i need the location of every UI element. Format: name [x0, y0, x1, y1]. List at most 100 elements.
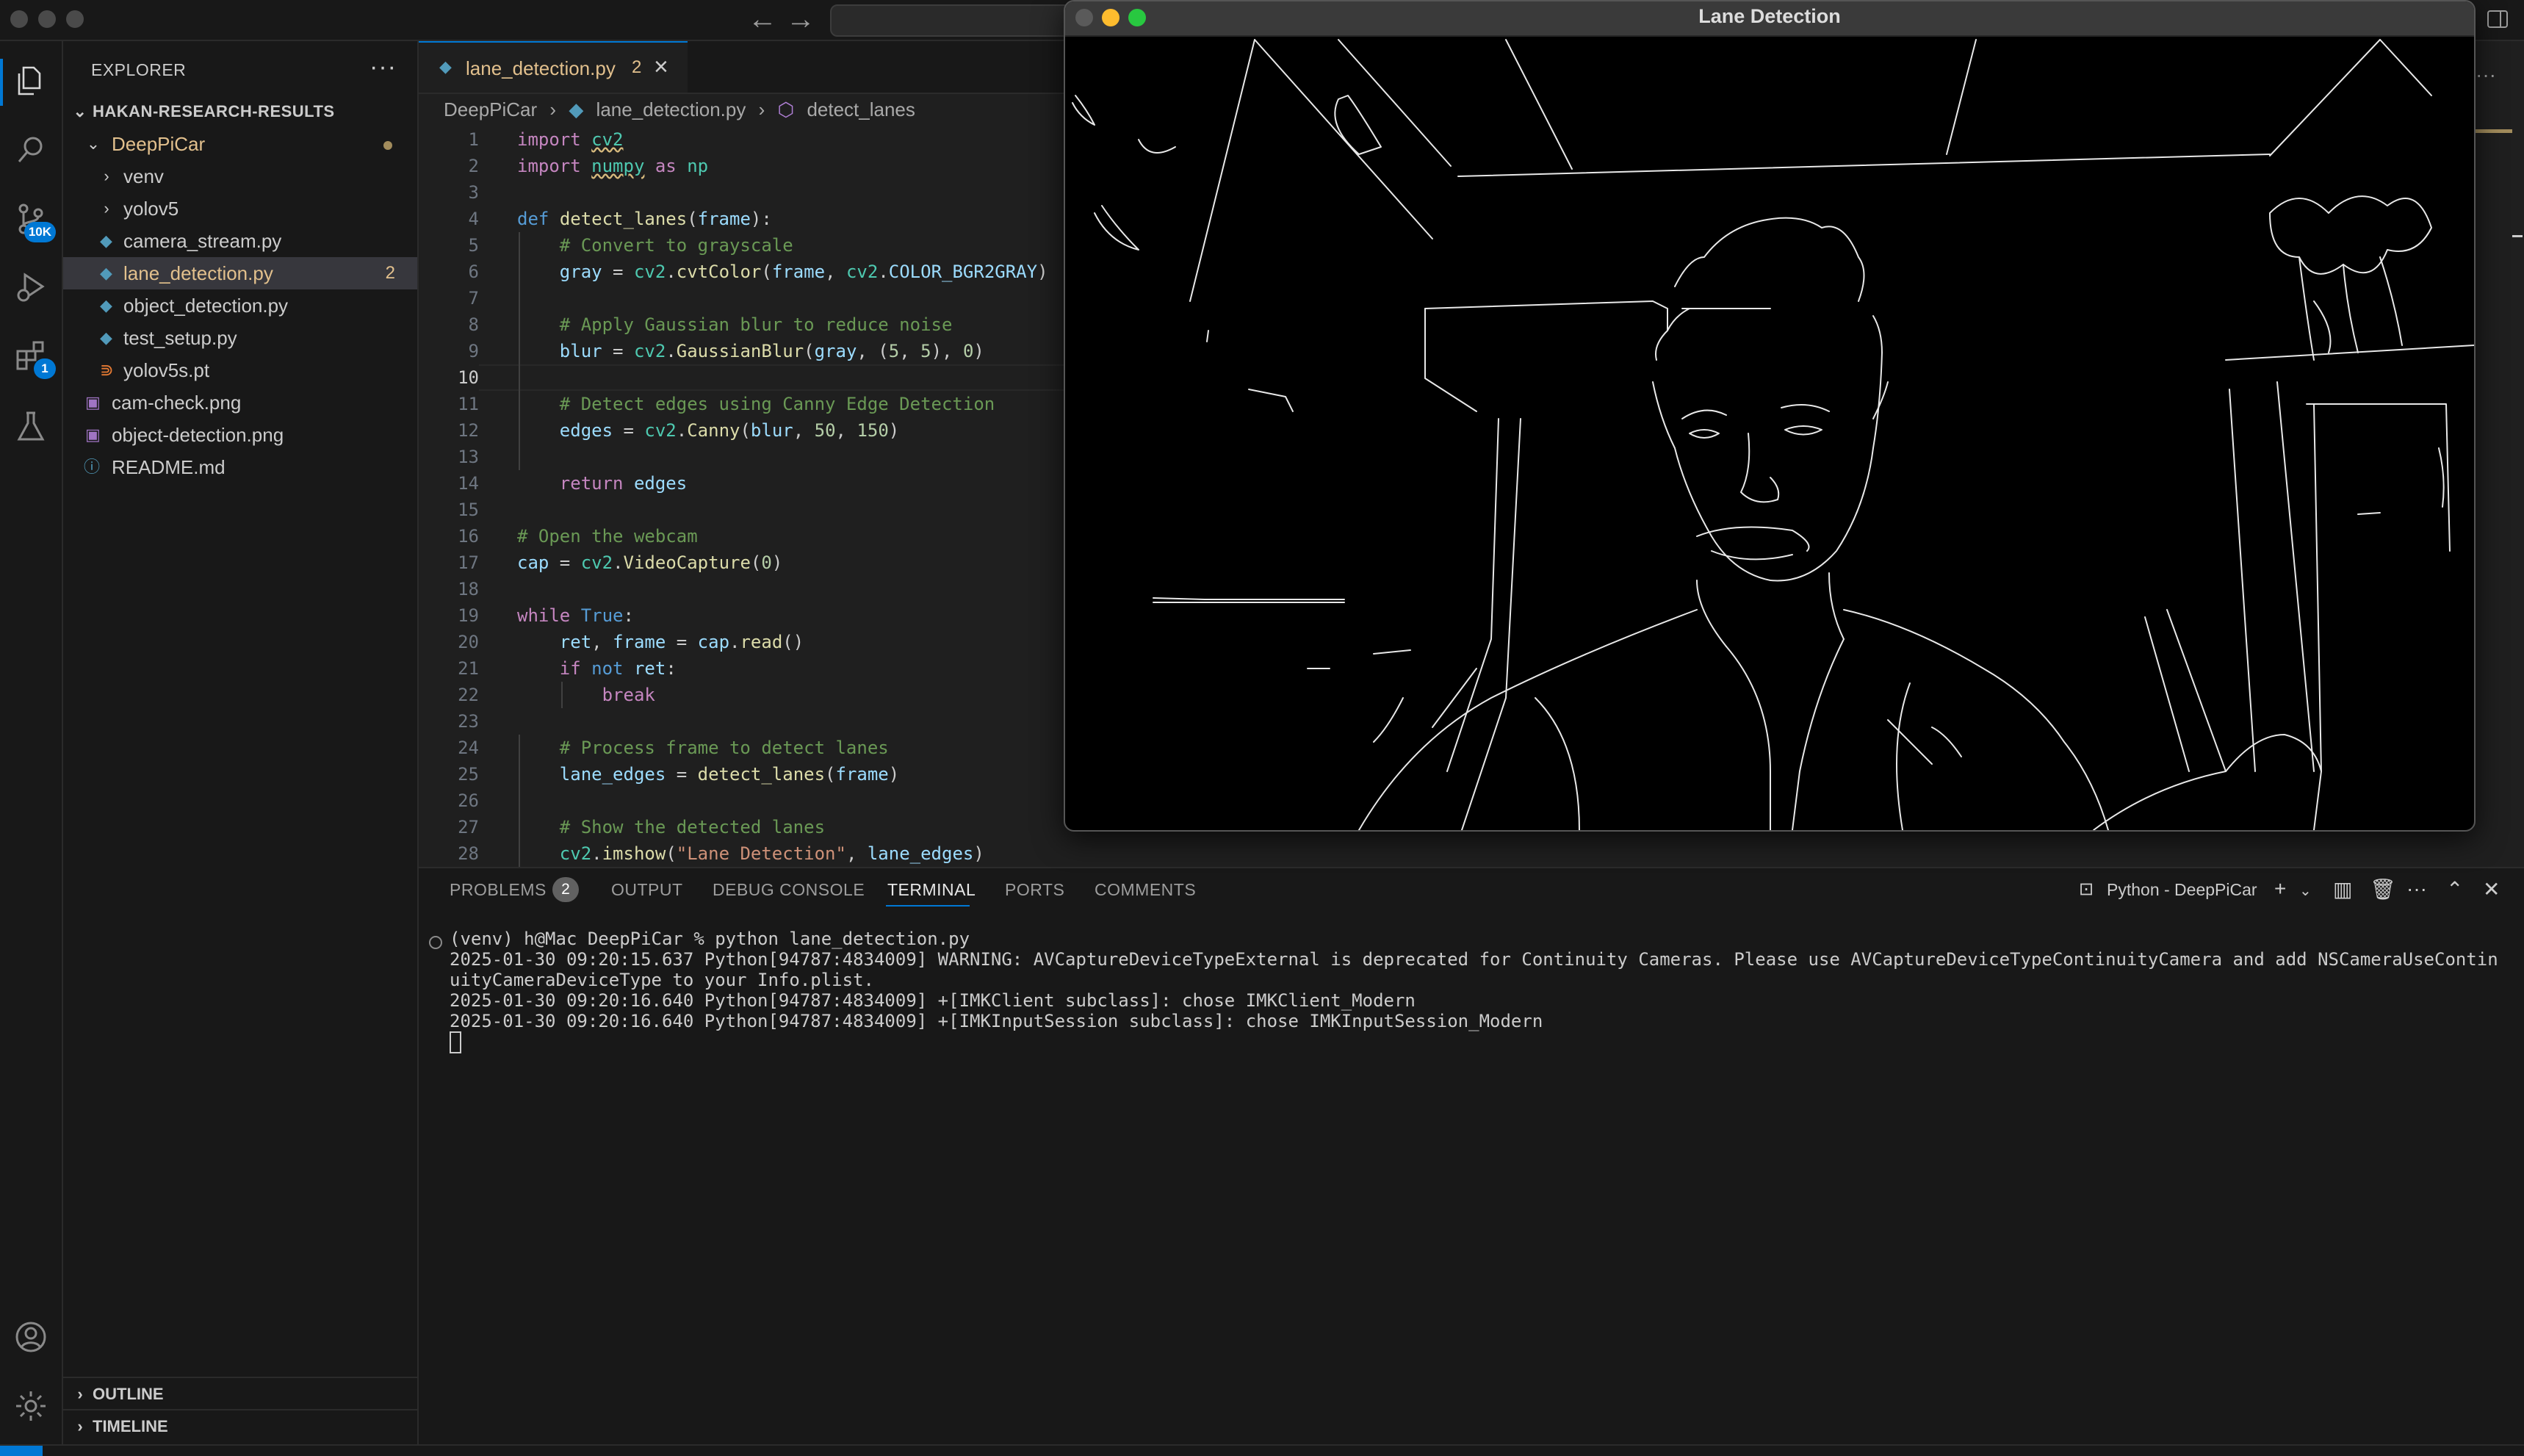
breadcrumb-item[interactable]: DeepPiCar [444, 98, 537, 120]
more-actions-icon[interactable]: ··· [369, 53, 397, 82]
terminal-profile[interactable]: Python - DeepPiCar [2107, 880, 2257, 900]
code-line: 8 # Apply Gaussian blur to reduce noise [419, 311, 1065, 338]
maximize-panel-icon[interactable]: ⌃ [2446, 877, 2463, 901]
chevron-right-icon: › [77, 1417, 83, 1435]
outline-section[interactable]: › OUTLINE [63, 1377, 417, 1410]
source-control-icon[interactable]: 10K [10, 198, 56, 242]
code-text: while True: [517, 605, 634, 626]
tree-item-label: test_setup.py [123, 327, 237, 349]
tree-item-yolov5s-pt[interactable]: ⋑ yolov5s.pt [63, 354, 417, 386]
line-number: 24 [458, 738, 479, 758]
cv-window-titlebar[interactable]: Lane Detection [1065, 1, 2474, 37]
minimize-window-button[interactable] [1102, 9, 1119, 26]
tab-lane-detection[interactable]: ◆ lane_detection.py 2 × [419, 41, 688, 93]
tab-label: lane_detection.py [466, 57, 616, 79]
tree-item-label: cam-check.png [112, 392, 242, 414]
code-line: 22 break [419, 682, 1065, 708]
tab-ports[interactable]: PORTS [1005, 880, 1064, 900]
tree-item-yolov5[interactable]: › yolov5 [63, 192, 417, 225]
code-line: 26 [419, 788, 1065, 814]
timeline-section[interactable]: › TIMELINE [63, 1409, 417, 1443]
workspace-root[interactable]: ⌄ HAKAN-RESEARCH-RESULTS [63, 95, 417, 128]
accounts-icon[interactable] [10, 1316, 51, 1358]
code-line: 7 [419, 285, 1065, 311]
chevron-right-icon: › [549, 98, 557, 120]
code-text: break [602, 685, 655, 705]
problems-count-badge: 2 [385, 263, 395, 283]
split-terminal-icon[interactable]: ▥ [2333, 877, 2352, 901]
run-debug-icon[interactable] [10, 266, 51, 307]
tab-terminal[interactable]: TERMINAL [887, 880, 976, 900]
close-icon[interactable]: × [654, 53, 668, 82]
code-line: 19 while True: [419, 602, 1065, 629]
code-line: 2 import numpy as np [419, 153, 1065, 179]
tree-item-test-setup[interactable]: ◆ test_setup.py [63, 322, 417, 354]
line-number: 25 [458, 764, 479, 785]
trash-icon[interactable]: 🗑 [2370, 877, 2396, 901]
minimize-window-button[interactable] [38, 10, 56, 28]
tree-item-venv[interactable]: › venv [63, 160, 417, 192]
code-editor[interactable]: 1 import cv2 2 import numpy as np 3 4 def d… [419, 126, 1065, 867]
code-line: 6 gray = cv2.cvtColor(frame, cv2.COLOR_B… [419, 259, 1065, 285]
more-actions-icon[interactable]: ··· [2406, 877, 2427, 901]
scrollbar-marker [2476, 129, 2512, 133]
close-window-button[interactable] [1075, 9, 1093, 26]
zoom-window-button[interactable] [66, 10, 84, 28]
tree-item-label: object_detection.py [123, 295, 289, 317]
tab-comments[interactable]: COMMENTS [1095, 880, 1196, 900]
code-text: if not ret: [559, 658, 677, 679]
tree-item-readme[interactable]: ⓘ README.md [63, 451, 417, 483]
command-center-search[interactable] [830, 4, 1083, 37]
tree-item-camera-stream[interactable]: ◆ camera_stream.py [63, 225, 417, 257]
line-number: 4 [468, 209, 479, 229]
tab-output[interactable]: OUTPUT [611, 880, 683, 900]
explorer-icon[interactable] [10, 60, 51, 101]
settings-gear-icon[interactable] [10, 1385, 51, 1427]
line-number: 8 [468, 314, 479, 335]
zoom-window-button[interactable] [1128, 9, 1146, 26]
tree-item-deeppicar[interactable]: ⌄ DeepPiCar [63, 128, 417, 160]
back-arrow-icon[interactable]: ← [748, 3, 777, 35]
tree-item-lane-detection[interactable]: ◆ lane_detection.py 2 [63, 257, 417, 289]
breadcrumb-item[interactable]: detect_lanes [807, 98, 915, 120]
code-line: 10 [419, 364, 1065, 391]
extensions-icon[interactable]: 1 [10, 335, 56, 379]
code-text: cv2.imshow("Lane Detection", lane_edges) [559, 843, 984, 864]
info-icon: ⓘ [84, 458, 101, 476]
tab-debug-console[interactable]: DEBUG CONSOLE [713, 880, 865, 900]
line-number: 5 [468, 235, 479, 256]
breadcrumb: DeepPiCar › ◆ lane_detection.py › ⬡ dete… [444, 98, 923, 128]
code-line: 3 [419, 179, 1065, 206]
tree-item-label: DeepPiCar [112, 133, 206, 155]
code-text: # Process frame to detect lanes [559, 738, 889, 758]
lane-detection-window[interactable]: Lane Detection [1064, 0, 2476, 832]
line-number: 15 [458, 500, 479, 520]
tab-problems[interactable]: PROBLEMS [450, 880, 547, 900]
code-text: ret, frame = cap.read() [559, 632, 804, 652]
toggle-layout-icon[interactable] [2486, 7, 2509, 37]
tree-item-object-detection-png[interactable]: ▣ object-detection.png [63, 419, 417, 451]
code-text: blur = cv2.GaussianBlur(gray, (5, 5), 0) [559, 341, 984, 361]
close-panel-icon[interactable]: ✕ [2483, 877, 2500, 901]
line-number: 11 [458, 394, 479, 414]
line-number: 19 [458, 605, 479, 626]
code-line: 15 [419, 497, 1065, 523]
testing-flask-icon[interactable] [10, 406, 51, 447]
terminal-output[interactable]: (venv) h@Mac DeepPiCar % python lane_det… [450, 929, 2506, 1053]
code-line: 5 # Convert to grayscale [419, 232, 1065, 259]
chevron-down-icon[interactable]: ⌄ [2299, 882, 2312, 900]
forward-arrow-icon[interactable]: → [786, 3, 815, 35]
line-number: 14 [458, 473, 479, 494]
close-window-button[interactable] [10, 10, 28, 28]
tree-item-cam-check[interactable]: ▣ cam-check.png [63, 386, 417, 419]
workspace-root-label: HAKAN-RESEARCH-RESULTS [93, 102, 335, 120]
tree-item-object-detection[interactable]: ◆ object_detection.py [63, 289, 417, 322]
search-icon[interactable] [10, 129, 51, 170]
python-file-icon: ◆ [569, 98, 584, 120]
terminal-line: 2025-01-30 09:20:15.637 Python[94787:483… [450, 949, 2498, 990]
breadcrumb-item[interactable]: lane_detection.py [596, 98, 746, 120]
python-file-icon: ◆ [100, 231, 112, 250]
more-actions-icon[interactable]: ··· [2476, 63, 2496, 87]
terminal-cursor [450, 1031, 461, 1053]
add-terminal-icon[interactable]: + [2274, 877, 2286, 901]
